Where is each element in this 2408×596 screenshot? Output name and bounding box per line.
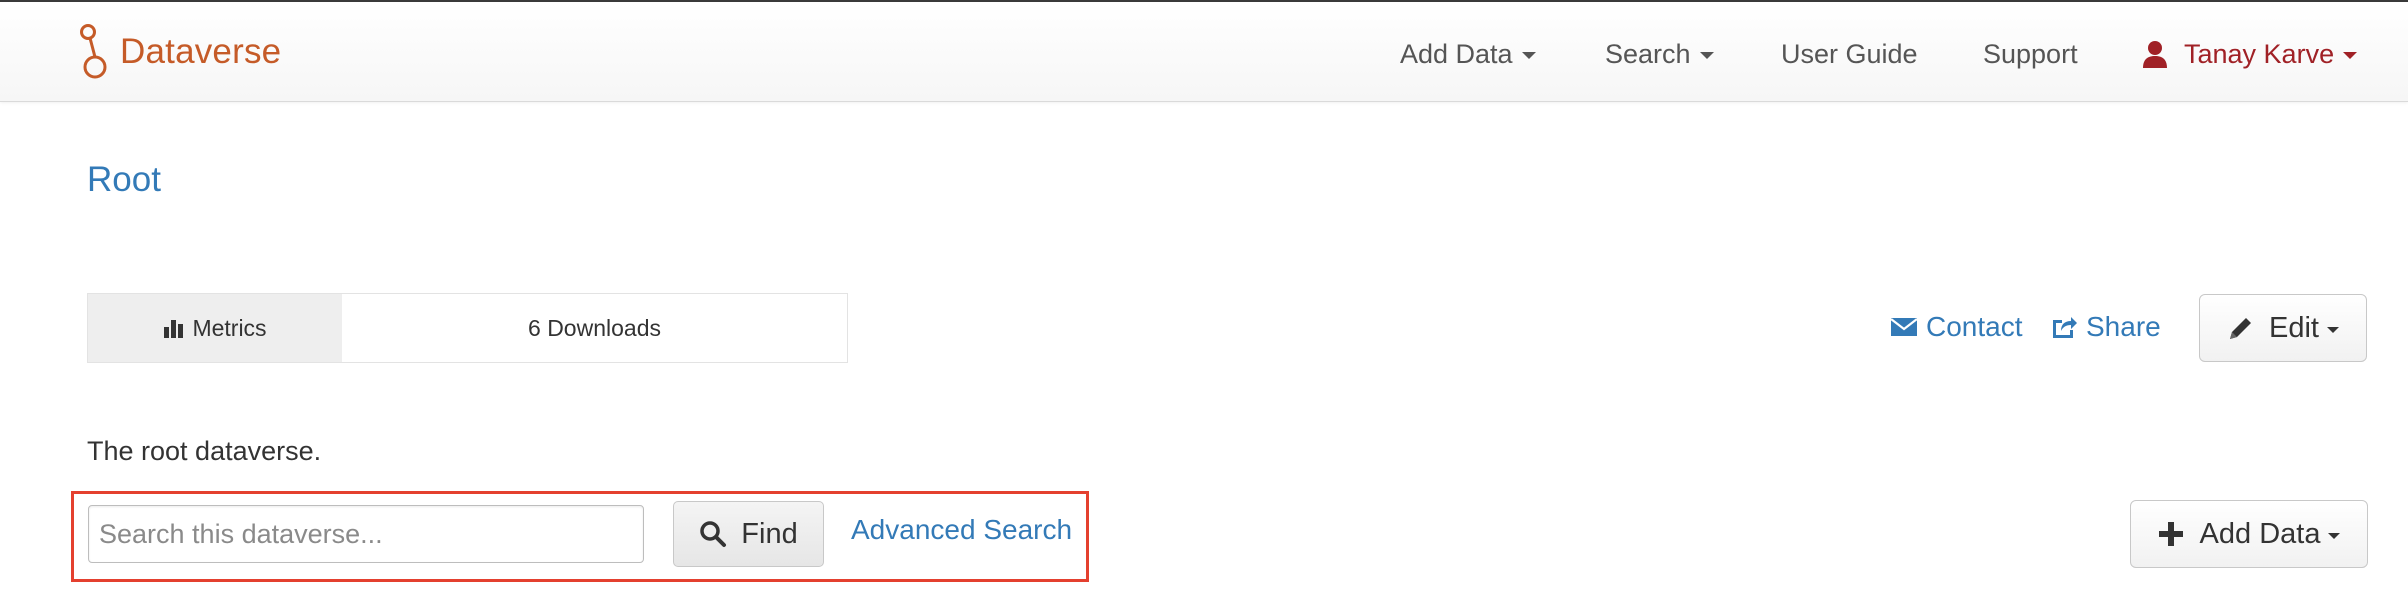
dataverse-description: The root dataverse.	[87, 436, 322, 466]
advanced-search-link[interactable]: Advanced Search	[851, 514, 1072, 546]
caret-down-icon	[2328, 532, 2341, 539]
pencil-icon	[2230, 318, 2251, 339]
find-label: Find	[741, 517, 798, 550]
contact-link[interactable]: Contact	[1890, 307, 2023, 347]
brand-name: Dataverse	[120, 32, 282, 71]
share-link[interactable]: Share	[2050, 307, 2161, 347]
nav-add-data-label: Add Data	[1400, 38, 1513, 69]
caret-down-icon	[1521, 52, 1536, 59]
caret-down-icon	[2343, 52, 2358, 59]
caret-down-icon	[2326, 326, 2339, 333]
nav-support[interactable]: Support	[1983, 32, 2078, 76]
nav-user-guide[interactable]: User Guide	[1781, 32, 1918, 76]
nav-user-guide-label: User Guide	[1781, 38, 1918, 69]
metrics-downloads: 6 Downloads	[528, 314, 661, 341]
share-label: Share	[2086, 311, 2161, 342]
brand-link[interactable]: Dataverse	[78, 22, 281, 82]
metrics-label: Metrics	[192, 314, 267, 341]
add-data-button[interactable]: Add Data	[2130, 500, 2368, 568]
search-icon	[700, 521, 727, 547]
edit-label: Edit	[2269, 311, 2319, 344]
nav-add-data-dropdown[interactable]: Add Data	[1400, 32, 1536, 76]
add-data-label: Add Data	[2199, 517, 2321, 550]
caret-down-icon	[1699, 52, 1714, 59]
envelope-icon	[1890, 318, 1918, 336]
dataverse-logo-icon	[80, 24, 107, 79]
nav-search-label: Search	[1605, 38, 1691, 69]
edit-button[interactable]: Edit	[2199, 294, 2367, 362]
nav-user-dropdown[interactable]: Tanay Karve	[2142, 32, 2358, 76]
user-name: Tanay Karve	[2184, 38, 2335, 69]
navbar: Dataverse Add Data Search User Guide Sup…	[0, 2, 2408, 102]
breadcrumb-root-link[interactable]: Root	[87, 160, 161, 200]
contact-label: Contact	[1926, 311, 2023, 342]
user-icon	[2143, 41, 2167, 68]
nav-search-dropdown[interactable]: Search	[1605, 32, 1714, 76]
share-icon	[2053, 317, 2077, 338]
plus-icon	[2158, 522, 2183, 546]
metrics-block: Metrics 6 Downloads	[87, 293, 848, 363]
metrics-tab[interactable]: Metrics	[88, 294, 342, 362]
bar-chart-icon	[164, 320, 184, 338]
nav-support-label: Support	[1983, 38, 2078, 69]
search-input[interactable]	[88, 505, 644, 563]
find-button[interactable]: Find	[673, 501, 824, 567]
